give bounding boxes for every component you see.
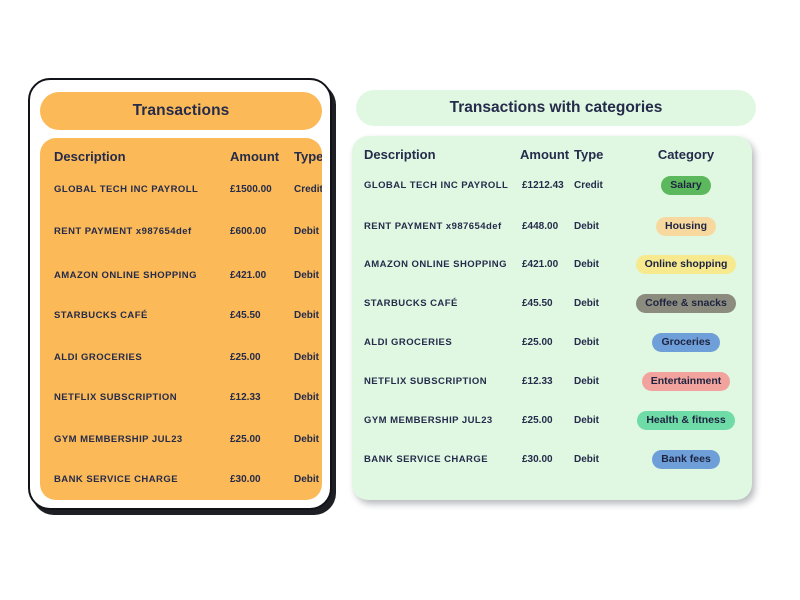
transactions-with-categories-title: Transactions with categories [449,99,663,116]
cell-category: Housing [624,216,748,237]
cell-description: RENT PAYMENT x987654def [364,220,502,232]
cell-description: GLOBAL TECH INC PAYROLL [364,179,509,191]
transactions-with-categories-card: Transactions with categories Description… [352,88,758,506]
table-header-row: Description Amount Type [40,146,322,166]
table-row[interactable]: GYM MEMBERSHIP JUL23 £25.00 Debit [40,428,322,450]
transactions-card: Transactions Description Amount Type GLOBAL… [28,78,332,510]
cell-type: Debit [574,220,599,232]
transactions-card-header: Transactions [40,92,322,130]
cell-type: Debit [294,351,319,363]
category-badge[interactable]: Housing [656,216,716,237]
cell-amount: £600.00 [230,225,267,237]
category-badge[interactable]: Bank fees [652,449,720,470]
cell-amount: £25.00 [230,433,261,445]
cell-type: Credit [574,179,603,191]
cell-category: Online shopping [624,254,748,275]
cell-category: Coffee & snacks [624,293,748,314]
table-row[interactable]: AMAZON ONLINE SHOPPING £421.00 Debit Online… [352,253,752,275]
cell-description: NETFLIX SUBSCRIPTION [54,391,178,403]
transactions-table: Description Amount Type GLOBAL TECH INC PAY… [40,138,322,500]
table-row[interactable]: BANK SERVICE CHARGE £30.00 Debit [40,468,322,490]
column-header-type: Type [294,148,322,164]
cell-description: GYM MEMBERSHIP JUL23 [54,433,183,445]
cell-type: Debit [574,297,599,309]
cell-description: AMAZON ONLINE SHOPPING [54,269,197,281]
table-row[interactable]: STARBUCKS CAFÉ £45.50 Debit Coffee & snacks [352,292,752,314]
cell-amount: £25.00 [230,351,261,363]
transactions-with-categories-header: Transactions with categories [356,90,756,126]
category-badge[interactable]: Online shopping [635,254,737,275]
category-badge[interactable]: Coffee & snacks [636,293,736,314]
table-row[interactable]: AMAZON ONLINE SHOPPING £421.00 Debit [40,264,322,286]
column-header-description: Description [54,148,126,164]
cell-description: ALDI GROCERIES [54,351,143,363]
column-header-amount: Amount [520,146,570,162]
cell-type: Debit [574,258,599,270]
cell-type: Debit [574,414,599,426]
cell-type: Debit [574,375,599,387]
cell-type: Debit [294,225,319,237]
column-header-description: Description [364,146,436,162]
table-row[interactable]: GLOBAL TECH INC PAYROLL £1212.43 Credit Sal… [352,174,752,196]
category-badge[interactable]: Entertainment [641,371,731,392]
cell-type: Credit [294,183,322,195]
cell-description: BANK SERVICE CHARGE [54,473,178,485]
cell-amount: £12.33 [230,391,261,403]
table-row[interactable]: RENT PAYMENT x987654def £600.00 Debit [40,220,322,242]
column-header-category: Category [657,146,715,162]
cell-amount: £30.00 [230,473,261,485]
cell-description: NETFLIX SUBSCRIPTION [364,375,488,387]
cell-category: Entertainment [624,371,748,392]
cell-description: ALDI GROCERIES [364,336,453,348]
cell-type: Debit [294,391,319,403]
cell-description: BANK SERVICE CHARGE [364,453,488,465]
table-row[interactable]: GLOBAL TECH INC PAYROLL £1500.00 Credit [40,178,322,200]
cell-description: RENT PAYMENT x987654def [54,225,192,237]
cell-type: Debit [574,336,599,348]
cell-description: STARBUCKS CAFÉ [54,309,148,321]
cell-type: Debit [294,433,319,445]
cell-type: Debit [294,473,319,485]
cell-category: Bank fees [624,449,748,470]
cell-description: AMAZON ONLINE SHOPPING [364,258,507,270]
cell-description: GLOBAL TECH INC PAYROLL [54,183,199,195]
table-header-row: Description Amount Type Category [352,144,752,164]
category-badge[interactable]: Groceries [652,332,720,353]
cell-amount: £1500.00 [230,183,272,195]
table-row[interactable]: STARBUCKS CAFÉ £45.50 Debit [40,304,322,326]
cell-category: Health & fitness [624,410,748,431]
transactions-with-categories-table-panel: Description Amount Type Category GLOBAL TECH… [352,136,752,500]
transactions-card-title: Transactions [132,102,230,119]
cell-amount: £421.00 [230,269,267,281]
transactions-with-categories-table: Description Amount Type Category GLOBAL TECH… [352,136,752,500]
cell-category: Salary [624,175,748,196]
cell-description: STARBUCKS CAFÉ [364,297,458,309]
table-row[interactable]: BANK SERVICE CHARGE £30.00 Debit Bank fees [352,448,752,470]
category-badge[interactable]: Health & fitness [637,410,735,431]
cell-amount: £45.50 [230,309,261,321]
table-row[interactable]: RENT PAYMENT x987654def £448.00 Debit Housi… [352,215,752,237]
transactions-table-panel: Description Amount Type GLOBAL TECH INC PAY… [40,138,322,500]
cell-category: Groceries [624,332,748,353]
cell-description: GYM MEMBERSHIP JUL23 [364,414,493,426]
cell-type: Debit [294,269,319,281]
cell-type: Debit [574,453,599,465]
table-row[interactable]: ALDI GROCERIES £25.00 Debit Groceries [352,331,752,353]
table-row[interactable]: GYM MEMBERSHIP JUL23 £25.00 Debit Health & … [352,409,752,431]
table-row[interactable]: NETFLIX SUBSCRIPTION £12.33 Debit [40,386,322,408]
category-badge[interactable]: Salary [661,175,711,196]
table-row[interactable]: NETFLIX SUBSCRIPTION £12.33 Debit Entertain… [352,370,752,392]
column-header-type: Type [574,146,604,162]
column-header-amount: Amount [230,148,280,164]
cell-type: Debit [294,309,319,321]
table-row[interactable]: ALDI GROCERIES £25.00 Debit [40,346,322,368]
